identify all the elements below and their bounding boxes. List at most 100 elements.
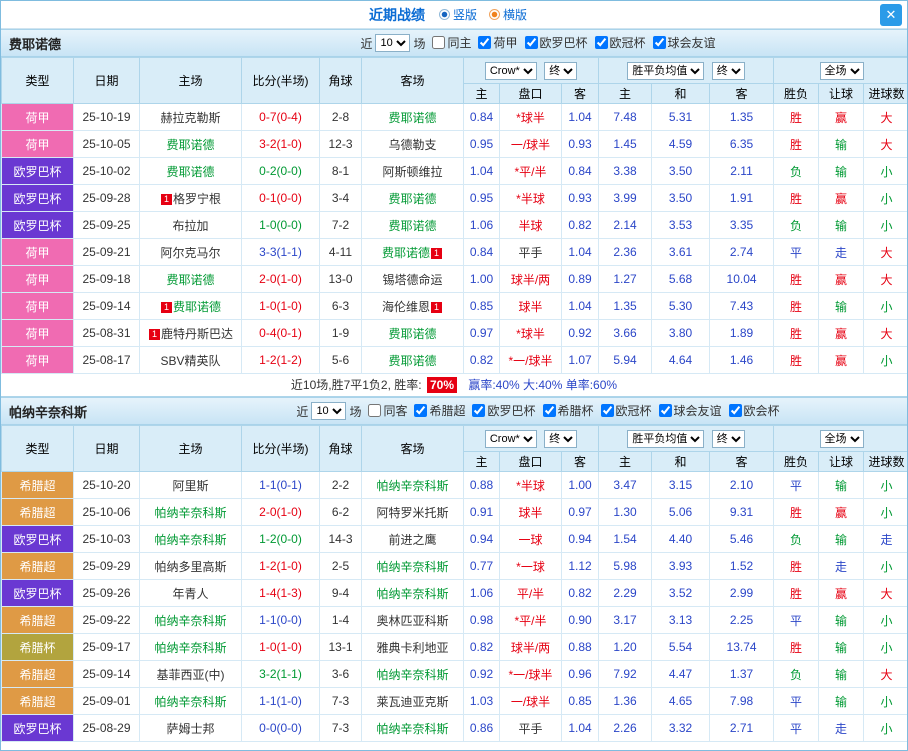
checkbox-icon[interactable] bbox=[472, 404, 486, 417]
recent-count-select[interactable]: 10 bbox=[311, 402, 347, 420]
goals-result-cell: 大 bbox=[863, 103, 907, 131]
filter-checkbox[interactable]: 欧罗巴杯 bbox=[524, 34, 588, 51]
close-icon[interactable]: ✕ bbox=[880, 4, 902, 26]
avg-draw-odds-cell: 5.06 bbox=[651, 498, 711, 526]
final-odds-select[interactable]: 终 bbox=[544, 429, 578, 448]
corner-cell: 14-3 bbox=[319, 525, 362, 553]
team-label: 莱瓦迪亚克斯 bbox=[376, 694, 449, 709]
avg-home-odds-cell: 1.27 bbox=[598, 265, 653, 293]
date-cell: 25-10-06 bbox=[73, 498, 140, 526]
avg-select[interactable]: 胜平负均值 bbox=[627, 429, 705, 448]
col-date: 日期 bbox=[73, 57, 140, 104]
checkbox-icon[interactable] bbox=[658, 404, 672, 417]
match-row: 荷甲 25-09-18 费耶诺德 2-0(1-0) 13-0 锡塔德命运 1.00 球半/两 0… bbox=[1, 265, 907, 293]
home-team-cell: 费耶诺德 bbox=[139, 130, 242, 158]
avg-draw-odds-cell: 4.65 bbox=[651, 687, 711, 715]
filter-checkbox[interactable]: 欧冠杯 bbox=[594, 34, 646, 51]
home-team-cell: 帕纳辛奈科斯 bbox=[139, 633, 242, 661]
handicap-cell: *一球 bbox=[499, 552, 562, 580]
filter-checkbox[interactable]: 荷甲 bbox=[478, 34, 518, 51]
result-cell: 胜 bbox=[773, 552, 820, 580]
checkbox-icon[interactable] bbox=[524, 36, 538, 49]
scope-select[interactable]: 全场 bbox=[819, 61, 864, 80]
avg-away-odds-cell: 2.10 bbox=[709, 471, 775, 499]
checkbox-icon[interactable] bbox=[432, 36, 446, 49]
filter-checkbox[interactable]: 欧冠杯 bbox=[600, 402, 652, 419]
filter-checkbox[interactable]: 同客 bbox=[368, 402, 407, 419]
away-team-cell: 费耶诺德 1 bbox=[361, 238, 464, 266]
checkbox-icon[interactable] bbox=[478, 36, 492, 49]
bookmaker-select[interactable]: Crow* bbox=[484, 61, 537, 80]
filter-checkbox[interactable]: 希腊超 bbox=[414, 402, 465, 419]
final-avg-select[interactable]: 终 bbox=[711, 429, 745, 448]
filter-checkbox[interactable]: 球会友谊 bbox=[652, 34, 716, 51]
checkbox-icon[interactable] bbox=[414, 404, 428, 417]
handicap-result-cell: 赢 bbox=[818, 319, 865, 347]
bookmaker-select[interactable]: Crow* bbox=[484, 429, 537, 448]
home-odds-cell: 1.00 bbox=[463, 265, 500, 293]
avg-away-odds-cell: 2.99 bbox=[709, 579, 775, 607]
away-team-cell: 海伦维恩 1 bbox=[361, 292, 464, 320]
sub-result: 胜负 bbox=[773, 451, 820, 472]
handicap-result-cell: 输 bbox=[818, 633, 865, 661]
red-card-badge: 1 bbox=[431, 301, 442, 313]
home-odds-cell: 0.77 bbox=[463, 552, 500, 580]
avg-select[interactable]: 胜平负均值 bbox=[627, 61, 705, 80]
away-team-cell: 费耶诺德 bbox=[361, 319, 464, 347]
competition-cell: 荷甲 bbox=[1, 265, 74, 293]
filter-checkbox[interactable]: 同主 bbox=[432, 34, 471, 51]
avg-group-header: 胜平负均值 终 bbox=[598, 425, 775, 452]
home-team-cell: 基菲西亚(中) bbox=[139, 660, 242, 688]
checkbox-icon[interactable] bbox=[600, 404, 614, 417]
filter-checkbox[interactable]: 欧会杯 bbox=[728, 402, 780, 419]
corner-cell: 9-4 bbox=[319, 579, 362, 607]
radio-horizontal-layout[interactable]: 横版 bbox=[489, 6, 527, 23]
handicap-result-cell: 输 bbox=[818, 211, 865, 239]
home-team-cell: 布拉加 bbox=[139, 211, 242, 239]
corner-cell: 2-5 bbox=[319, 552, 362, 580]
handicap-result-cell: 输 bbox=[818, 687, 865, 715]
checkbox-icon[interactable] bbox=[542, 404, 556, 417]
avg-away-odds-cell: 1.46 bbox=[709, 346, 775, 374]
final-odds-select[interactable]: 终 bbox=[544, 61, 578, 80]
handicap-result-cell: 输 bbox=[818, 292, 865, 320]
home-team-cell: SBV精英队 bbox=[139, 346, 242, 374]
checkbox-icon[interactable] bbox=[594, 36, 608, 49]
home-team-cell: 费耶诺德 bbox=[139, 265, 242, 293]
avg-home-odds-cell: 7.92 bbox=[598, 660, 653, 688]
checkbox-icon[interactable] bbox=[728, 404, 742, 417]
avg-draw-odds-cell: 3.53 bbox=[651, 211, 711, 239]
result-cell: 胜 bbox=[773, 130, 820, 158]
team-label: 费耶诺德 bbox=[388, 191, 437, 206]
match-row: 希腊超 25-09-14 基菲西亚(中) 3-2(1-1) 3-6 帕纳辛奈科斯 0.92 *… bbox=[1, 660, 907, 688]
avg-draw-odds-cell: 3.61 bbox=[651, 238, 711, 266]
checkbox-icon[interactable] bbox=[368, 404, 382, 417]
home-team-cell: 1 费耶诺德 bbox=[139, 292, 242, 320]
recent-count-select[interactable]: 10 bbox=[375, 34, 411, 52]
filter-label: 欧罗巴杯 bbox=[539, 36, 588, 50]
filter-checkbox[interactable]: 欧罗巴杯 bbox=[472, 402, 536, 419]
goals-result-cell: 小 bbox=[863, 552, 907, 580]
handicap-result-cell: 输 bbox=[818, 157, 865, 185]
checkbox-icon[interactable] bbox=[652, 36, 666, 49]
filter-bar: 近 10 场 同客 希腊超 欧罗巴杯 希腊杯 欧冠杯 球会友谊 欧会杯 bbox=[169, 402, 907, 420]
handicap-cell: 球半/两 bbox=[499, 633, 562, 661]
col-corner: 角球 bbox=[319, 57, 362, 104]
handicap-cell: *平/半 bbox=[499, 606, 562, 634]
col-date: 日期 bbox=[73, 425, 140, 472]
filter-checkbox[interactable]: 球会友谊 bbox=[658, 402, 722, 419]
away-odds-cell: 1.04 bbox=[560, 292, 600, 320]
table-header-row: 类型 日期 主场 比分(半场) 角球 客场 Crow* 终 胜平负均值 终 全场 bbox=[1, 57, 907, 104]
team-label: 年青人 bbox=[172, 586, 209, 601]
radio-selected-icon bbox=[489, 9, 500, 20]
competition-cell: 希腊超 bbox=[1, 552, 74, 580]
goals-result-cell: 大 bbox=[863, 319, 907, 347]
red-card-badge: 1 bbox=[160, 193, 172, 205]
final-avg-select[interactable]: 终 bbox=[711, 61, 745, 80]
home-team-cell: 萨姆士邦 bbox=[139, 714, 242, 742]
scope-select[interactable]: 全场 bbox=[819, 429, 864, 448]
filter-checkbox[interactable]: 希腊杯 bbox=[542, 402, 594, 419]
radio-vertical-layout[interactable]: 竖版 bbox=[438, 6, 477, 23]
handicap-result-cell: 输 bbox=[818, 471, 865, 499]
avg-away-odds-cell: 2.25 bbox=[709, 606, 775, 634]
